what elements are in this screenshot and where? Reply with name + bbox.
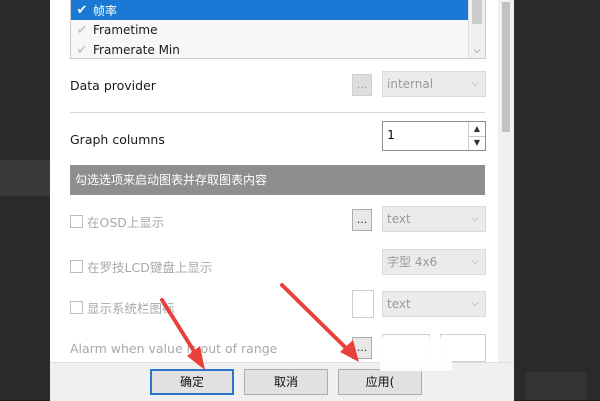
section-header: 勾选选项来启动图表并存取图表内容	[70, 165, 485, 195]
list-item-label: Frametime	[93, 23, 158, 37]
chevron-down-icon: ⌵	[471, 213, 479, 224]
background-stripe	[0, 160, 50, 196]
spin-down-icon[interactable]: ▼	[469, 136, 485, 150]
alarm-browse-button[interactable]: ...	[352, 337, 372, 359]
graph-columns-value[interactable]: 1	[387, 127, 395, 142]
spinner-buttons: ▲ ▼	[468, 122, 485, 150]
checkbox-box[interactable]	[70, 301, 83, 314]
tray-icon-color-swatch[interactable]	[352, 290, 374, 318]
list-scroll-thumb[interactable]	[472, 0, 482, 24]
dialog-scrollbar[interactable]	[498, 0, 514, 362]
osd-format-value: text	[387, 212, 411, 226]
checkbox-box[interactable]	[70, 215, 83, 228]
list-item-framerate[interactable]: ✔ 帧率	[71, 0, 468, 20]
list-item-label: 帧率	[93, 3, 118, 18]
show-on-logitech-lcd-checkbox[interactable]: 在罗技LCD键盘上显示	[70, 257, 212, 276]
osd-browse-button[interactable]: ...	[352, 209, 372, 231]
data-provider-value: internal	[387, 77, 434, 91]
list-item-frametime[interactable]: ✔ Frametime	[71, 20, 468, 40]
divider	[70, 112, 485, 113]
data-provider-label: Data provider	[70, 78, 156, 93]
apply-button[interactable]: 应用(	[338, 369, 422, 395]
tray-icon-format-value: text	[387, 297, 411, 311]
list-scrollbar[interactable]: ⌵	[468, 0, 485, 58]
check-icon: ✔	[76, 2, 88, 18]
lcd-font-value: 字型 4x6	[387, 255, 438, 269]
show-in-osd-checkbox[interactable]: 在OSD上显示	[70, 212, 164, 231]
check-icon: ✔	[76, 22, 88, 38]
checkbox-label: 在罗技LCD键盘上显示	[87, 260, 213, 275]
osd-format-select[interactable]: text ⌵	[382, 206, 486, 232]
dialog-content: ✔ 帧率 ✔ Frametime ✔ Framerate Min ⌵ Data …	[50, 0, 498, 362]
check-icon: ✔	[76, 42, 88, 58]
chevron-down-icon: ⌵	[471, 256, 479, 267]
graph-columns-spinner[interactable]: 1 ▲ ▼	[382, 121, 486, 151]
chevron-down-icon: ⌵	[471, 78, 479, 89]
checkbox-label: 在OSD上显示	[87, 215, 165, 230]
list-item-label: Framerate Min	[93, 43, 180, 57]
cancel-button[interactable]: 取消	[244, 369, 328, 395]
checkbox-label: 显示系统栏图标	[87, 301, 175, 316]
graph-columns-label: Graph columns	[70, 132, 165, 147]
data-provider-select[interactable]: internal ⌵	[382, 71, 486, 97]
list-item-framerate-min[interactable]: ✔ Framerate Min	[71, 40, 468, 58]
alarm-label: Alarm when value is out of range	[70, 341, 278, 356]
lcd-font-select[interactable]: 字型 4x6 ⌵	[382, 249, 486, 275]
chevron-down-icon[interactable]: ⌵	[469, 46, 485, 56]
obscured-region	[380, 337, 452, 371]
checkbox-box[interactable]	[70, 260, 83, 273]
metrics-list[interactable]: ✔ 帧率 ✔ Frametime ✔ Framerate Min ⌵	[70, 0, 486, 59]
chevron-down-icon: ⌵	[471, 298, 479, 309]
dialog-scroll-thumb[interactable]	[502, 2, 510, 132]
spin-up-icon[interactable]: ▲	[469, 122, 485, 137]
data-provider-browse-button[interactable]: ...	[352, 74, 372, 96]
show-tray-icon-checkbox[interactable]: 显示系统栏图标	[70, 298, 175, 317]
background-window-left	[0, 0, 50, 400]
background-panel	[526, 372, 586, 400]
tray-icon-format-select[interactable]: text ⌵	[382, 291, 486, 317]
background-window-right	[514, 0, 600, 400]
ok-button[interactable]: 确定	[150, 369, 234, 395]
